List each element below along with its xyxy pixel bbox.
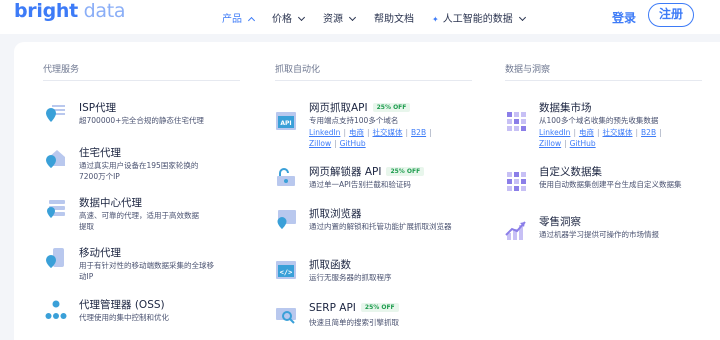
column-title: 数据与洞察 <box>505 65 551 75</box>
column-title: 抓取自动化 <box>275 65 321 75</box>
nav-docs[interactable]: 帮助文档 <box>374 10 414 25</box>
phone-pin-icon <box>46 248 64 268</box>
sparkle-icon: ✦ <box>432 15 439 24</box>
grid-icon <box>507 172 526 191</box>
item-desc: 超700000+完全合规的静态住宅代理 <box>79 116 204 125</box>
link-social[interactable]: 社交媒体 <box>603 128 633 137</box>
item-title: 住宅代理 <box>79 147 121 159</box>
svg-text:</>: </> <box>280 269 293 277</box>
item-title: 网页解锁器 API 25% OFF <box>309 164 425 179</box>
chevron-down-icon <box>297 13 306 22</box>
item-title: ISP代理 <box>79 102 117 114</box>
item-title: 数据中心代理 <box>79 197 142 209</box>
browser-pin-icon <box>277 210 296 229</box>
login-link[interactable]: 登录 <box>612 9 636 26</box>
code-window-icon: </> <box>276 261 296 279</box>
link-zillow[interactable]: Zillow <box>539 139 561 148</box>
discount-badge: 25% OFF <box>360 303 399 312</box>
house-pin-icon <box>46 150 65 168</box>
item-title: 自定义数据集 <box>539 166 602 178</box>
chevron-down-icon <box>518 13 526 22</box>
item-desc: 代理使用的集中控制和优化 <box>79 313 169 322</box>
link-b2b[interactable]: B2B <box>411 128 426 137</box>
item-desc: 通过真实用户设备在195国家轮换的7200万个IP <box>79 161 199 181</box>
signup-button[interactable]: 注册 <box>648 3 694 27</box>
item-desc: 通过机器学习提供可操作的市场情报 <box>539 230 659 239</box>
link-b2b[interactable]: B2B <box>641 128 656 137</box>
column-title: 代理服务 <box>43 65 80 75</box>
nav-ai-data[interactable]: ✦ 人工智能的数据 <box>432 10 526 25</box>
item-title: SERP API 25% OFF <box>309 302 399 314</box>
item-title: 数据集市场 <box>539 102 592 114</box>
divider <box>43 80 240 81</box>
item-title: 网页抓取API 25% OFF <box>309 100 411 115</box>
api-window-icon: API <box>276 112 296 130</box>
quick-links: Zillow | GitHub <box>309 139 366 148</box>
nav-products[interactable]: 产品 <box>222 10 256 25</box>
logo[interactable]: bright data <box>14 0 126 22</box>
link-github[interactable]: GitHub <box>570 139 596 148</box>
discount-badge: 25% OFF <box>386 167 425 176</box>
nav-resources[interactable]: 资源 <box>323 10 357 25</box>
item-title: 零售洞察 <box>539 216 581 228</box>
link-linkedin[interactable]: LinkedIn <box>539 128 570 137</box>
item-desc: 用于有针对性的移动端数据采集的全球移动IP <box>79 261 214 281</box>
search-window-icon <box>276 308 296 324</box>
products-dropdown: 代理服务 ISP代理 超700000+完全合规的静态住宅代理 住宅代理 通过真实… <box>14 42 720 340</box>
grid-icon <box>507 112 526 131</box>
item-desc: 高速、可靠的代理，适用于高效数据提取 <box>79 211 199 231</box>
item-desc: 从100多个域名收集的预先收集数据 <box>539 116 659 125</box>
link-linkedin[interactable]: LinkedIn <box>309 128 340 137</box>
link-ecommerce[interactable]: 电商 <box>349 128 364 137</box>
pin-lines-icon <box>46 105 65 122</box>
unlock-icon <box>277 168 295 186</box>
nodes-icon <box>45 300 67 319</box>
item-title: 抓取浏览器 <box>309 208 362 220</box>
divider <box>505 80 702 81</box>
divider <box>275 80 472 81</box>
link-social[interactable]: 社交媒体 <box>373 128 403 137</box>
item-desc: 快速且简单的搜索引擎抓取 <box>309 318 399 327</box>
nav-pricing[interactable]: 价格 <box>272 10 306 25</box>
server-pin-icon <box>47 200 65 218</box>
top-navbar: bright data 产品 价格 资源 帮助文档 ✦ 人工智能的数据 登录 注册 <box>0 0 720 34</box>
link-github[interactable]: GitHub <box>340 139 366 148</box>
item-desc: 专用端点支持100多个域名 <box>309 116 399 125</box>
item-title: 抓取函数 <box>309 259 351 271</box>
item-title: 移动代理 <box>79 247 121 259</box>
item-desc: 通过单一API告别拦截和验证码 <box>309 180 411 189</box>
chart-up-icon <box>505 221 526 240</box>
discount-badge: 25% OFF <box>372 103 411 112</box>
item-desc: 使用自动数据集创建平台生成自定义数据集 <box>539 180 682 189</box>
item-desc: 通过内置的解锁和托管功能扩展抓取浏览器 <box>309 222 452 231</box>
chevron-down-icon <box>348 13 357 22</box>
link-ecommerce[interactable]: 电商 <box>579 128 594 137</box>
quick-links: Zillow | GitHub <box>539 139 596 148</box>
svg-text:API: API <box>280 120 291 127</box>
item-desc: 运行无服务器的抓取程序 <box>309 273 392 282</box>
item-title: 代理管理器 (OSS) <box>79 299 165 311</box>
link-zillow[interactable]: Zillow <box>309 139 331 148</box>
chevron-up-icon <box>247 16 256 25</box>
